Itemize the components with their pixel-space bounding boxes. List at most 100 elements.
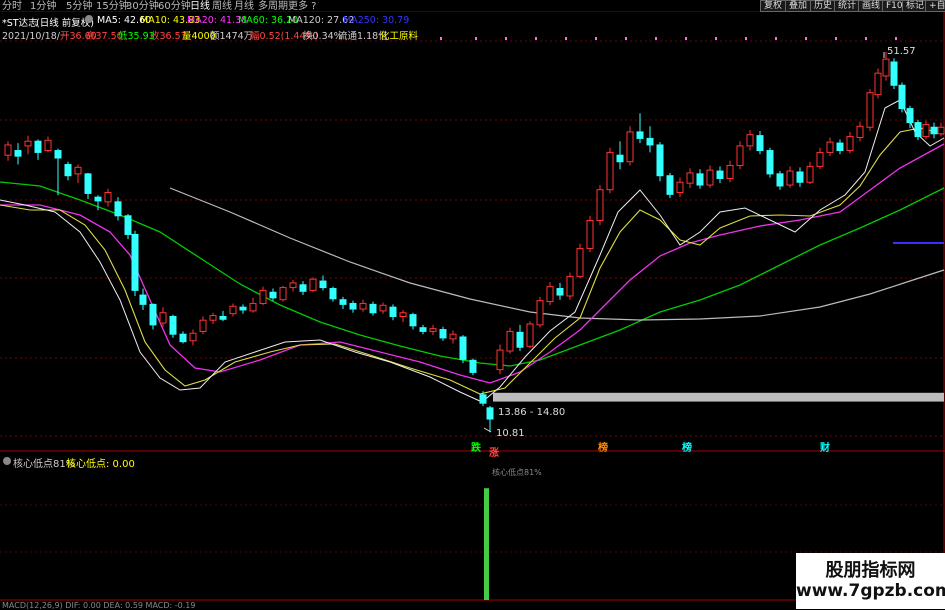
indicator-settings-icon[interactable] [3,457,11,465]
top-marker [745,37,747,40]
watermark: 股朋指标网 www.7gpzb.com [796,553,945,609]
top-marker [835,37,837,40]
quote-industry: 化工原料 [380,31,419,42]
candle-body [309,278,317,291]
tab-30min[interactable]: 30分钟 [126,0,159,12]
candle-body [666,175,674,195]
candle-body [856,125,864,138]
event-tag-list-2[interactable]: 榜 [682,439,692,454]
candle-body [676,181,684,193]
top-marker [475,37,477,40]
candle-body [636,131,644,139]
top-marker [805,37,807,40]
period-toolbar: 分时 1分钟 5分钟 15分钟 30分钟 60分钟 日线 周线 月线 多周期 更… [0,0,945,12]
support-zone-label: 13.86 - 14.80 [498,407,566,418]
candle-body [486,407,494,420]
candle-body [706,169,714,186]
candle-body [189,332,197,342]
candle-body [94,196,102,202]
top-marker [505,37,507,40]
candle-body [576,247,584,277]
quote-turnover: 换0.34% [303,31,343,42]
draw-line-button[interactable]: 画线 [858,0,885,12]
candle-body [209,315,217,321]
top-marker [775,37,777,40]
overlay-button[interactable]: 叠加 [785,0,812,12]
tab-monthly[interactable]: 月线 [234,0,254,12]
candle-body [159,312,167,324]
candle-body [419,327,427,332]
candle-body [874,72,882,96]
event-tag-rise[interactable]: 涨 [489,444,499,459]
top-marker [715,37,717,40]
tab-60min[interactable]: 60分钟 [158,0,191,12]
candle-body [269,291,277,299]
statistics-button[interactable]: 统计 [834,0,861,12]
candle-body [34,140,42,153]
candle-body [616,154,624,163]
candle-body [429,328,437,332]
candle-body [399,312,407,317]
candle-body [786,170,794,186]
event-tag-fall[interactable]: 跌 [471,439,481,454]
settings-icon[interactable] [85,15,93,23]
candle-body [469,359,477,373]
tab-5min[interactable]: 5分钟 [66,0,92,12]
candle-body [229,305,237,315]
price-chart[interactable] [0,0,945,609]
restore-rights-button[interactable]: 复权 [760,0,787,12]
event-tag-finance[interactable]: 财 [820,439,830,454]
add-custom-button[interactable]: +自 [925,0,945,12]
candle-body [696,173,704,186]
candle-body [826,141,834,153]
event-tag-list[interactable]: 榜 [598,439,608,454]
candle-body [586,219,594,249]
candle-body [54,150,62,159]
top-marker [685,37,687,40]
top-marker [655,37,657,40]
tab-intraday[interactable]: 分时 [2,0,22,12]
candle-body [199,319,207,332]
ma250-label: MA250: 30.79 [343,15,410,26]
tab-more[interactable]: 更多 ? [288,0,317,12]
candle-body [556,288,564,296]
candle-body [139,294,147,305]
candle-body [124,215,132,235]
candle-body [536,300,544,326]
candle-body [4,144,12,156]
tab-weekly[interactable]: 周线 [212,0,232,12]
stock-name[interactable]: *ST达志 [2,15,38,29]
candle-body [359,302,367,310]
candle-body [866,92,874,128]
tab-15min[interactable]: 15分钟 [96,0,129,12]
candle-body [806,165,814,183]
tab-daily[interactable]: 日线 [190,0,210,12]
candle-body [626,131,634,163]
history-button[interactable]: 历史 [810,0,837,12]
tab-multi-period[interactable]: 多周期 [258,0,288,12]
top-marker [865,37,867,40]
high-price-label: 51.57 [887,46,916,57]
top-marker [535,37,537,40]
candle-body [24,140,32,147]
candle-body [746,134,754,147]
top-marker [895,37,897,40]
candle-body [64,164,72,177]
candle-body [114,201,122,217]
candle-body [766,150,774,175]
candle-body [914,122,922,138]
indicator-value: 核心低点: 0.00 [66,459,135,470]
top-marker [625,37,627,40]
candle-body [930,126,938,135]
candle-body [169,315,177,335]
candle-body [646,137,654,146]
candle-body [339,299,347,305]
support-zone-band [493,392,944,402]
candle-body [906,108,914,124]
candle-body [516,331,524,348]
tab-1min[interactable]: 1分钟 [30,0,56,12]
candle-body [882,58,890,77]
top-marker [565,37,567,40]
candle-body [279,287,287,301]
candle-body [379,304,387,312]
